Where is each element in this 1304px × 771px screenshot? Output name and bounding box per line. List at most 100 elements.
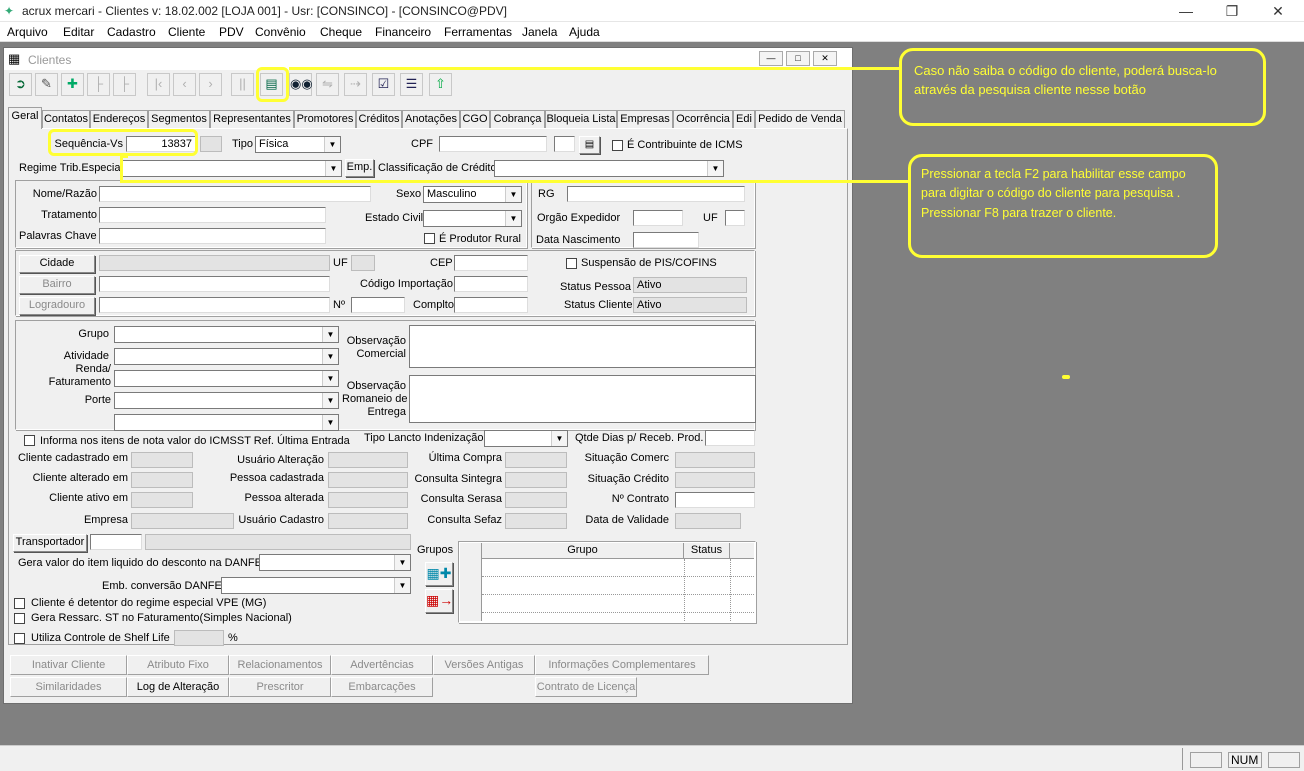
tipo-lancto-select[interactable]	[484, 430, 568, 447]
emb-select[interactable]	[221, 577, 411, 594]
cidade-button[interactable]: Cidade	[19, 255, 95, 273]
tree-list-icon[interactable]: ☰	[400, 73, 423, 96]
cpf-digit-field[interactable]	[554, 136, 575, 152]
next-icon[interactable]: ›	[199, 73, 222, 96]
bairro-field[interactable]	[99, 276, 330, 292]
rg-field[interactable]	[567, 186, 745, 202]
menu-editar[interactable]: Editar	[63, 25, 94, 39]
tab-contatos[interactable]: Contatos	[42, 110, 90, 128]
tab-anotacoes[interactable]: Anotações	[402, 110, 460, 128]
exit-icon[interactable]: ➲	[9, 73, 32, 96]
bairro-button[interactable]: Bairro	[19, 276, 95, 294]
num-field[interactable]	[351, 297, 405, 313]
produtor-checkbox[interactable]	[424, 233, 435, 244]
tratamento-field[interactable]	[99, 207, 326, 223]
grid-row[interactable]	[482, 559, 754, 577]
transportador-button[interactable]: Transportador	[13, 534, 87, 552]
first-icon[interactable]: |‹	[147, 73, 170, 96]
versoes-antigas-button[interactable]: Versões Antigas	[433, 655, 535, 675]
tab-segmentos[interactable]: Segmentos	[148, 110, 210, 128]
atributo-fixo-button[interactable]: Atributo Fixo	[127, 655, 229, 675]
emp-button[interactable]: Emp.	[345, 159, 374, 177]
tab-ocorrencia[interactable]: Ocorrência	[673, 110, 733, 128]
tab-pedido-venda[interactable]: Pedido de Venda	[755, 110, 845, 128]
link-icon[interactable]: ⇋	[316, 73, 339, 96]
menu-cadastro[interactable]: Cadastro	[107, 25, 156, 39]
info-complementares-button[interactable]: Informações Complementares	[535, 655, 709, 675]
prescritor-button[interactable]: Prescritor	[229, 677, 331, 697]
grid-row[interactable]	[482, 577, 754, 595]
tree-disabled-icon[interactable]: ├	[113, 73, 136, 96]
tab-creditos[interactable]: Créditos	[356, 110, 402, 128]
shelf-checkbox[interactable]	[14, 633, 25, 644]
ressarc-checkbox[interactable]	[14, 613, 25, 624]
orgao-field[interactable]	[633, 210, 683, 226]
checklist-icon[interactable]: ☑	[372, 73, 395, 96]
renda-select[interactable]	[114, 370, 339, 387]
tab-cobranca[interactable]: Cobrança	[490, 110, 545, 128]
logradouro-button[interactable]: Logradouro	[19, 297, 95, 315]
window-restore-icon[interactable]: □	[786, 51, 810, 66]
inativar-cliente-button[interactable]: Inativar Cliente	[10, 655, 127, 675]
classif-select[interactable]	[494, 160, 724, 177]
qtde-dias-field[interactable]	[705, 430, 755, 446]
grupo-select[interactable]	[114, 326, 339, 343]
cep-field[interactable]	[454, 255, 528, 271]
tab-geral[interactable]: Geral	[8, 107, 42, 129]
regime-select[interactable]	[122, 160, 342, 177]
tipo-select[interactable]: Física	[255, 136, 341, 153]
log-alteracao-button[interactable]: Log de Alteração	[127, 677, 229, 697]
menu-financeiro[interactable]: Financeiro	[375, 25, 431, 39]
menu-pdv[interactable]: PDV	[219, 25, 244, 39]
menu-janela[interactable]: Janela	[522, 25, 557, 39]
sexo-select[interactable]: Masculino	[423, 186, 522, 203]
eraser-icon[interactable]: ✎	[35, 73, 58, 96]
menu-convenio[interactable]: Convênio	[255, 25, 306, 39]
tree-icon[interactable]: ├	[87, 73, 110, 96]
last-icon[interactable]: ||	[231, 73, 254, 96]
gera-valor-select[interactable]	[259, 554, 411, 571]
binoculars-icon[interactable]: ◉◉	[289, 73, 313, 96]
contrato-licenca-button[interactable]: Contrato de Licença	[535, 677, 637, 697]
add-icon[interactable]: ✚	[61, 73, 84, 96]
tab-empresas[interactable]: Empresas	[617, 110, 673, 128]
uf-field[interactable]	[725, 210, 745, 226]
relacionamentos-button[interactable]: Relacionamentos	[229, 655, 331, 675]
atividade-select[interactable]	[114, 348, 339, 365]
transportador-code-field[interactable]	[90, 534, 142, 550]
tab-cgo[interactable]: CGO	[460, 110, 490, 128]
num-contrato-field[interactable]	[675, 492, 755, 508]
grupo-remove-icon[interactable]: ▦→	[425, 589, 453, 613]
nasc-field[interactable]	[633, 232, 699, 248]
informa-checkbox[interactable]	[24, 435, 35, 446]
cod-import-field[interactable]	[454, 276, 528, 292]
estado-civil-select[interactable]	[423, 210, 522, 227]
menu-ferramentas[interactable]: Ferramentas	[444, 25, 512, 39]
grid-header-status[interactable]: Status	[684, 543, 730, 559]
obs-comercial-memo[interactable]	[409, 325, 756, 368]
menu-cheque[interactable]: Cheque	[320, 25, 362, 39]
tab-enderecos[interactable]: Endereços	[90, 110, 148, 128]
menu-cliente[interactable]: Cliente	[168, 25, 205, 39]
obs-romaneio-memo[interactable]	[409, 375, 756, 423]
window-close-icon[interactable]: ✕	[813, 51, 837, 66]
tab-representantes[interactable]: Representantes	[210, 110, 294, 128]
suspensao-checkbox[interactable]	[566, 258, 577, 269]
tab-edi[interactable]: Edi	[733, 110, 755, 128]
icms-checkbox[interactable]	[612, 140, 623, 151]
export-icon[interactable]: ⇢	[344, 73, 367, 96]
porte-select[interactable]	[114, 392, 339, 409]
upload-icon[interactable]: ⇧	[429, 73, 452, 96]
tab-promotores[interactable]: Promotores	[294, 110, 356, 128]
calc-icon[interactable]: ▤	[579, 136, 600, 154]
window-minimize-icon[interactable]: —	[759, 51, 783, 66]
extra-select[interactable]	[114, 414, 339, 431]
cpf-field[interactable]	[439, 136, 547, 152]
tab-bloqueia-lista[interactable]: Bloqueia Lista	[545, 110, 617, 128]
vpe-checkbox[interactable]	[14, 598, 25, 609]
prev-icon[interactable]: ‹	[173, 73, 196, 96]
menu-ajuda[interactable]: Ajuda	[569, 25, 600, 39]
menu-arquivo[interactable]: Arquivo	[7, 25, 48, 39]
close-icon[interactable]: ✕	[1258, 0, 1298, 22]
embarcacoes-button[interactable]: Embarcações	[331, 677, 433, 697]
